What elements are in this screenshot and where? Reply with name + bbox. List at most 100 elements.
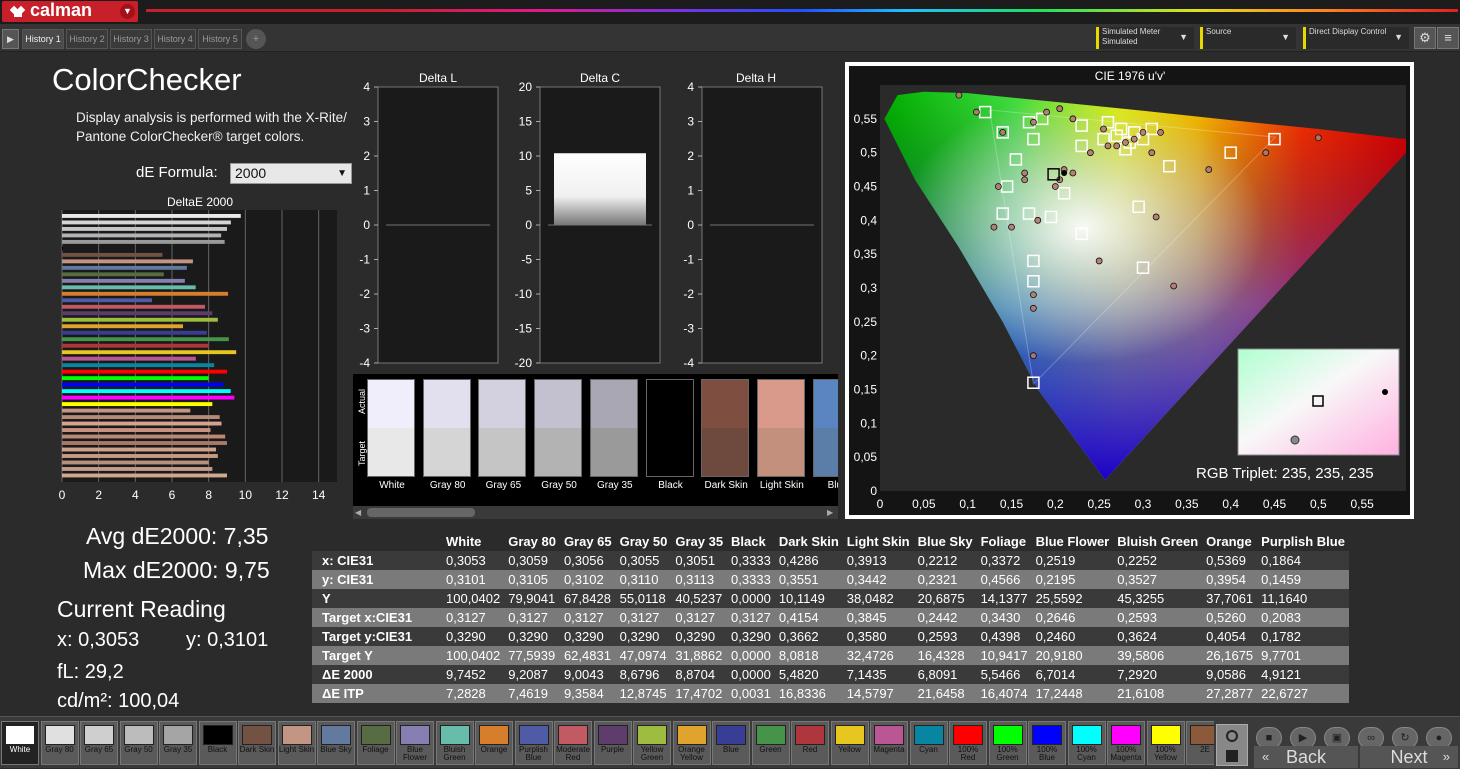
patch-label: Moderate Red: [556, 745, 590, 762]
source-selector[interactable]: Source ▼: [1200, 27, 1296, 49]
patch-button[interactable]: 100% Cyan: [1067, 721, 1106, 765]
patch-button[interactable]: Dark Skin: [238, 721, 276, 765]
gear-icon[interactable]: ⚙: [1414, 27, 1436, 49]
meter-selector[interactable]: Simulated Meter Simulated ▼: [1096, 27, 1194, 49]
patch-button[interactable]: Yellow Green: [633, 721, 671, 765]
patch-button[interactable]: Blue Flower: [396, 721, 434, 765]
cie-x-tick: 0,2: [1047, 497, 1064, 511]
table-header-cell[interactable]: Purplish Blue: [1257, 531, 1349, 551]
swatch-item[interactable]: Gray 65: [478, 379, 527, 491]
table-header-cell[interactable]: Gray 65: [559, 531, 616, 551]
collapse-arrow-icon[interactable]: ▶: [2, 29, 19, 49]
table-header-cell[interactable]: Orange: [1202, 531, 1258, 551]
swatch-item[interactable]: Blue: [812, 379, 838, 491]
formula-select[interactable]: 2000 ▼: [230, 163, 352, 184]
cie-measured-point: [990, 223, 998, 231]
patch-button[interactable]: Purple: [593, 721, 632, 765]
swatch-item[interactable]: White: [367, 379, 415, 491]
patch-button[interactable]: 100% Red: [949, 721, 987, 765]
history-tab-3[interactable]: History 3: [110, 29, 152, 49]
patch-button[interactable]: Orange: [475, 721, 513, 765]
patch-button[interactable]: 100% Magenta: [1107, 721, 1145, 765]
patch-button[interactable]: Gray 65: [80, 721, 118, 765]
formula-label: dE Formula:: [136, 164, 218, 181]
table-cell: 55,0118: [615, 589, 672, 608]
table-header-cell[interactable]: Foliage: [976, 531, 1032, 551]
table-header-cell[interactable]: Light Skin: [842, 531, 914, 551]
back-button[interactable]: « Back: [1254, 746, 1358, 768]
record-stop-button[interactable]: [1216, 724, 1248, 766]
table-cell: 0,0000: [727, 646, 775, 665]
next-button[interactable]: Next »: [1360, 746, 1458, 768]
table-header-cell[interactable]: White: [442, 531, 505, 551]
patch-button[interactable]: Bluish Green: [435, 721, 474, 765]
swatch-target: [813, 428, 838, 476]
patch-button[interactable]: Blue: [712, 721, 750, 765]
patch-button[interactable]: Light Skin: [277, 721, 316, 765]
patch-button[interactable]: Gray 80: [40, 721, 79, 765]
history-tab-1[interactable]: History 1: [22, 29, 64, 49]
display-control-selector[interactable]: Direct Display Control ▼: [1303, 27, 1409, 49]
table-header-cell[interactable]: Dark Skin: [774, 531, 843, 551]
deltae-x-tick: 10: [239, 488, 253, 502]
patch-button[interactable]: Red: [791, 721, 829, 765]
patch-swatch: [163, 725, 193, 745]
patch-label: Black: [207, 745, 228, 754]
history-tab-2[interactable]: History 2: [66, 29, 108, 49]
scroll-right-icon[interactable]: ▶: [827, 508, 833, 517]
patch-button[interactable]: 100% Green: [988, 721, 1027, 765]
patch-button[interactable]: 100% Blue: [1028, 721, 1066, 765]
history-tab-5[interactable]: History 5: [198, 29, 242, 49]
app-menu-chevron-icon[interactable]: ▼: [120, 4, 135, 19]
table-row-label: Y: [312, 589, 442, 608]
patch-swatch: [1032, 725, 1062, 745]
table-header-cell[interactable]: Black: [727, 531, 775, 551]
patch-label: Purple: [600, 745, 625, 754]
table-header-cell[interactable]: Gray 50: [615, 531, 672, 551]
table-cell: 0,4154: [774, 608, 843, 627]
patch-button[interactable]: Magenta: [870, 721, 908, 765]
patch-button[interactable]: 100% Yellow: [1146, 721, 1185, 765]
table-header-cell[interactable]: Blue Flower: [1031, 531, 1114, 551]
swatch-item[interactable]: Black: [645, 379, 694, 491]
patch-button[interactable]: Purplish Blue: [514, 721, 553, 765]
table-header-cell[interactable]: Gray 80: [504, 531, 560, 551]
scroll-thumb[interactable]: [367, 508, 475, 517]
swatch-label: Light Skin: [759, 480, 804, 491]
swatch-item[interactable]: Light Skin: [756, 379, 805, 491]
swatch-item[interactable]: Gray 50: [534, 379, 583, 491]
patch-button[interactable]: Cyan: [909, 721, 948, 765]
table-cell: 77,5939: [504, 646, 560, 665]
table-cell: 10,1149: [774, 589, 843, 608]
patch-button[interactable]: Yellow: [830, 721, 869, 765]
patch-button[interactable]: Blue Sky: [317, 721, 355, 765]
swatch-scrollbar[interactable]: ◀ ▶: [353, 506, 838, 519]
cie-measured-point: [1139, 128, 1147, 136]
patch-button[interactable]: Gray 35: [159, 721, 197, 765]
table-cell: 0,3127: [671, 608, 728, 627]
patch-button[interactable]: Orange Yellow: [672, 721, 711, 765]
scroll-left-icon[interactable]: ◀: [355, 508, 361, 517]
table-header-cell[interactable]: Blue Sky: [913, 531, 977, 551]
delta-y-tick: 0: [687, 218, 694, 232]
table-header-cell[interactable]: Bluish Green: [1113, 531, 1203, 551]
patch-label: 100% Yellow: [1154, 745, 1177, 762]
table-cell: 0,3113: [671, 570, 728, 589]
swatch-item[interactable]: Gray 35: [589, 379, 638, 491]
rainbow-divider: [146, 9, 1458, 12]
patch-button[interactable]: Moderate Red: [554, 721, 592, 765]
patch-button[interactable]: Gray 50: [119, 721, 158, 765]
patch-button[interactable]: Green: [751, 721, 790, 765]
swatch-item[interactable]: Dark Skin: [701, 379, 750, 491]
patch-button[interactable]: Black: [198, 721, 237, 765]
settings-menu-icon[interactable]: ≡: [1437, 27, 1459, 49]
patch-button[interactable]: White: [1, 721, 39, 765]
calman-logo[interactable]: calman ▼: [2, 0, 138, 22]
history-tab-4[interactable]: History 4: [154, 29, 196, 49]
patch-button[interactable]: Foliage: [356, 721, 395, 765]
table-cell: 0,2252: [1113, 551, 1203, 570]
add-history-icon[interactable]: +: [246, 29, 266, 49]
record-icon: [1226, 730, 1238, 742]
table-header-cell[interactable]: Gray 35: [671, 531, 728, 551]
swatch-item[interactable]: Gray 80: [422, 379, 471, 491]
